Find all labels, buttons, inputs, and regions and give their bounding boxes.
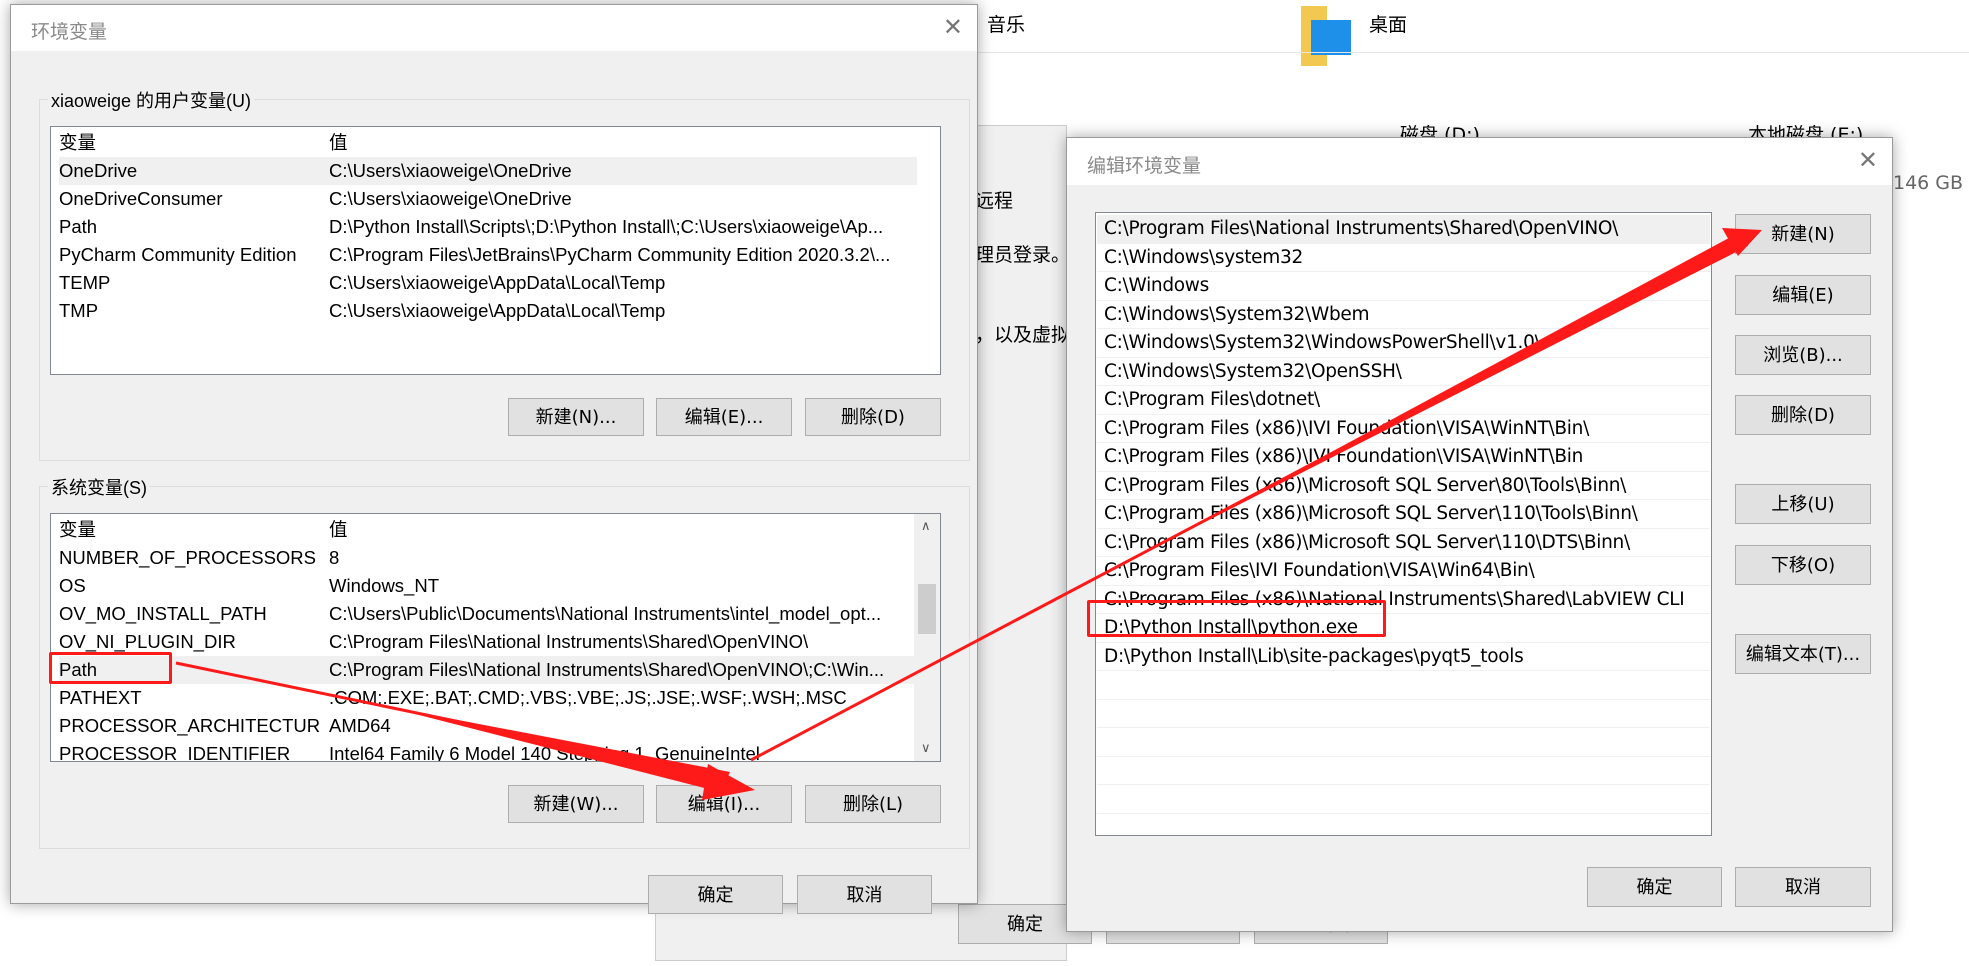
annotation-arrows — [175, 228, 1762, 800]
arrow-to-edit-button — [175, 661, 755, 800]
arrow-to-new-button — [750, 228, 1762, 762]
